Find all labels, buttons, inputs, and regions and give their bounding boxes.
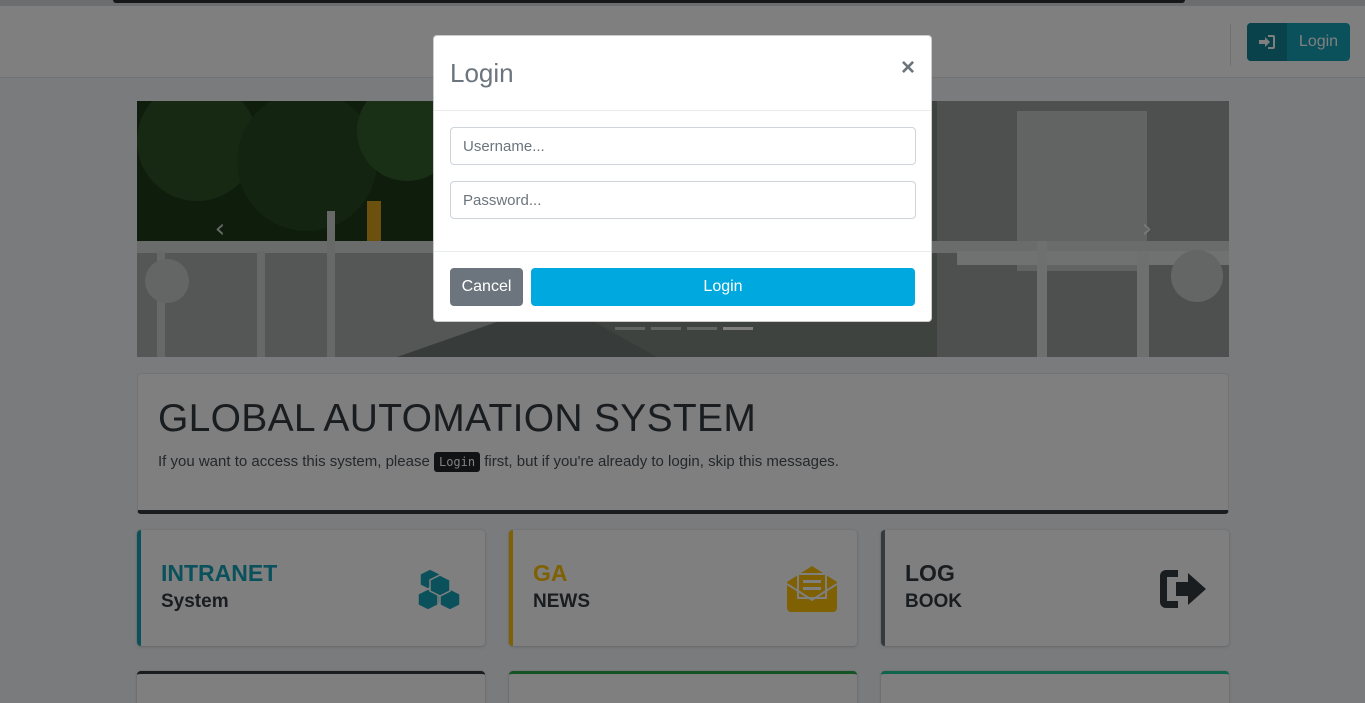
close-icon[interactable]: × [901, 56, 915, 80]
modal-title: Login [450, 58, 514, 88]
login-button[interactable]: Login [531, 268, 915, 306]
password-input[interactable] [450, 181, 916, 219]
modal-footer: Cancel Login [434, 252, 931, 322]
modal-body [434, 111, 931, 252]
modal-header: Login × [434, 36, 931, 111]
cancel-button[interactable]: Cancel [450, 268, 523, 306]
username-input[interactable] [450, 127, 916, 165]
login-modal: Login × Cancel Login [433, 35, 932, 322]
